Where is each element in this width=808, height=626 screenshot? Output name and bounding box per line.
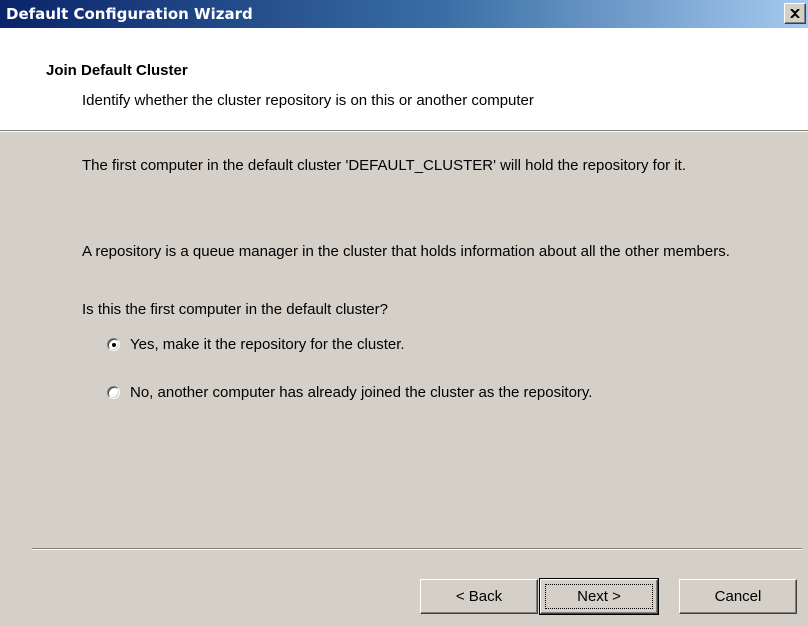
back-button[interactable]: < Back bbox=[420, 579, 538, 614]
wizard-window: Default Configuration Wizard Join Defaul… bbox=[0, 0, 808, 626]
window-title: Default Configuration Wizard bbox=[6, 5, 253, 23]
radio-no[interactable] bbox=[107, 386, 120, 399]
option-yes-label: Yes, make it the repository for the clus… bbox=[130, 336, 405, 353]
first-computer-question: Is this the first computer in the defaul… bbox=[82, 301, 388, 318]
next-button-label: Next > bbox=[577, 588, 621, 605]
footer-divider bbox=[32, 548, 802, 550]
header-divider bbox=[0, 130, 808, 132]
title-bar[interactable]: Default Configuration Wizard bbox=[0, 0, 808, 28]
next-button[interactable]: Next > bbox=[539, 578, 659, 615]
page-subtitle: Identify whether the cluster repository … bbox=[82, 92, 534, 109]
repository-definition-paragraph: A repository is a queue manager in the c… bbox=[82, 243, 730, 260]
close-button[interactable] bbox=[784, 3, 806, 24]
repository-info-paragraph: The first computer in the default cluste… bbox=[82, 157, 687, 174]
cancel-button-label: Cancel bbox=[714, 588, 762, 605]
header-panel: Join Default Cluster Identify whether th… bbox=[0, 28, 808, 130]
radio-selected-dot bbox=[112, 343, 116, 347]
option-yes-repository[interactable]: Yes, make it the repository for the clus… bbox=[107, 336, 405, 353]
option-no-repository[interactable]: No, another computer has already joined … bbox=[107, 384, 592, 401]
radio-yes[interactable] bbox=[107, 338, 120, 351]
close-icon bbox=[790, 9, 800, 18]
option-no-label: No, another computer has already joined … bbox=[130, 384, 593, 401]
page-title: Join Default Cluster bbox=[46, 62, 188, 79]
back-button-label: < Back bbox=[455, 588, 503, 605]
cancel-button[interactable]: Cancel bbox=[679, 579, 797, 614]
